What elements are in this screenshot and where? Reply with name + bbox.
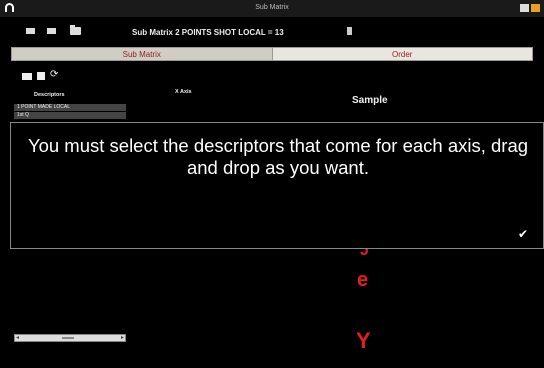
horizontal-scrollbar[interactable]: ◂ ▸ (14, 334, 126, 342)
close-button[interactable] (531, 4, 540, 12)
x-axis-header: X Axis (175, 89, 192, 95)
descriptors-header: Descriptors (34, 92, 65, 98)
toolbar: Sub Matrix 2 POINTS SHOT LOCAL = 13 (0, 17, 544, 45)
window-title: Sub Matrix (255, 4, 289, 11)
refresh-icon[interactable]: ⟳ (50, 69, 58, 80)
film-icon[interactable] (47, 28, 56, 34)
sample-header: Sample (352, 95, 388, 106)
trash-icon[interactable] (347, 27, 352, 35)
scroll-left-icon[interactable]: ◂ (16, 334, 19, 341)
minimize-button[interactable] (520, 4, 529, 12)
tab-order[interactable]: Order (272, 47, 533, 61)
list-item[interactable]: 1 POINT MADE LOCAL (14, 104, 126, 111)
y-axis-letter: Y (356, 328, 371, 353)
tab-sub-matrix[interactable]: Sub Matrix (11, 47, 273, 61)
save-icon[interactable] (37, 72, 45, 80)
matrix-title: Sub Matrix 2 POINTS SHOT LOCAL = 13 (132, 28, 284, 37)
open-folder-icon[interactable] (22, 73, 32, 80)
tab-bar: Sub Matrix Order (11, 47, 533, 61)
instruction-dialog: You must select the descriptors that com… (10, 122, 544, 249)
y-axis-letter: e (357, 269, 369, 291)
title-bar: Sub Matrix (0, 0, 544, 17)
window-controls (520, 4, 540, 12)
menu-icon[interactable] (26, 28, 35, 34)
instruction-message: You must select the descriptors that com… (27, 135, 529, 178)
list-item[interactable]: 1st Q (14, 112, 126, 119)
scroll-thumb[interactable] (62, 337, 74, 339)
check-icon[interactable]: ✔ (518, 227, 528, 241)
scroll-right-icon[interactable]: ▸ (121, 334, 124, 341)
descriptor-list: 1 POINT MADE LOCAL 1st Q (14, 104, 126, 120)
folder-icon[interactable] (70, 25, 81, 35)
